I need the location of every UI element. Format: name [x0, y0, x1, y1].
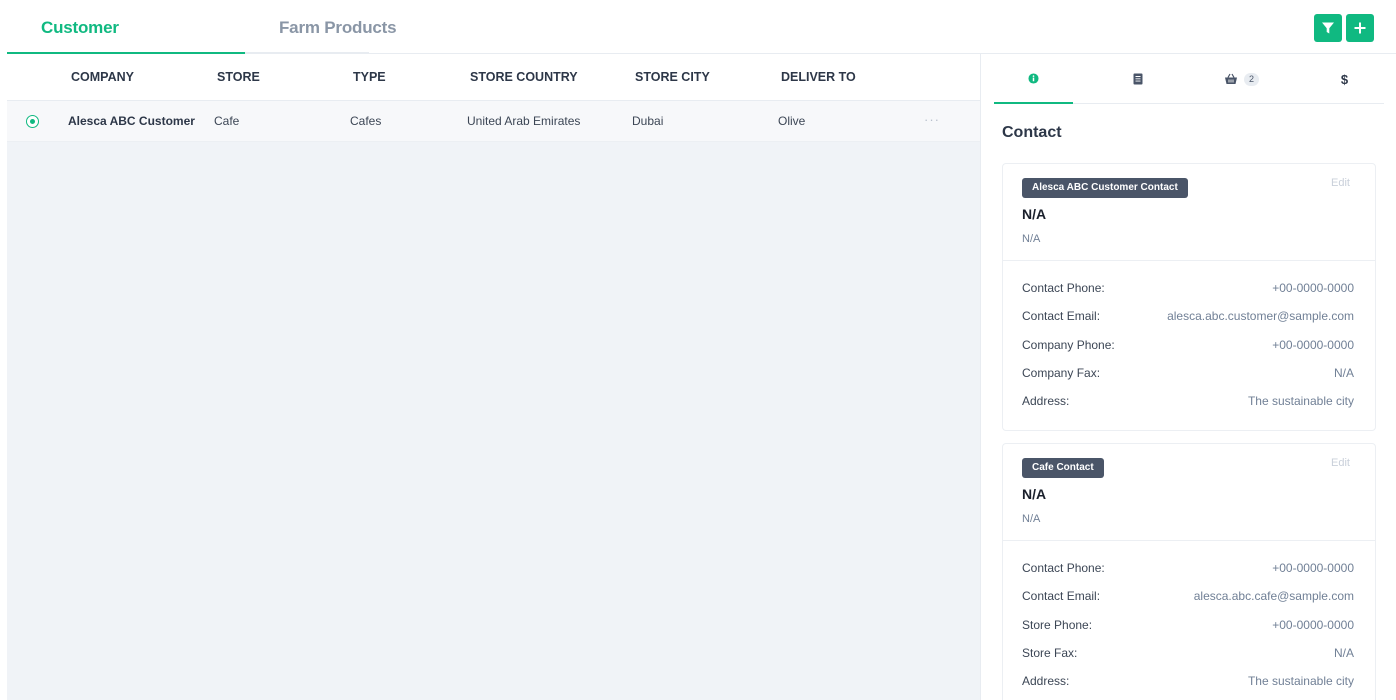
- table-row[interactable]: Alesca ABC Customer Cafe Cafes United Ar…: [7, 101, 980, 142]
- detail-panel: 2 $ Contact Alesca ABC Customer Contact …: [980, 54, 1396, 700]
- contact-card-header: Cafe Contact Edit N/A N/A: [1003, 444, 1375, 541]
- detail-label: Contact Phone:: [1022, 281, 1105, 295]
- detail-value: +00-0000-0000: [1272, 281, 1354, 295]
- dollar-icon: $: [1340, 71, 1349, 87]
- detail-label: Address:: [1022, 394, 1070, 409]
- panel-tab-orders[interactable]: 2: [1202, 54, 1281, 104]
- contact-details: Contact Phone: +00-0000-0000 Contact Ema…: [1003, 261, 1375, 430]
- column-header-deliver-to[interactable]: DELIVER TO: [781, 54, 856, 101]
- detail-value: +00-0000-0000: [1272, 617, 1354, 632]
- contact-name: N/A: [1022, 206, 1047, 222]
- panel-tab-info[interactable]: [994, 54, 1073, 104]
- cell-type: Cafes: [350, 114, 382, 128]
- column-header-store[interactable]: STORE: [217, 54, 260, 101]
- detail-label: Company Phone:: [1022, 337, 1115, 352]
- detail-value: N/A: [1333, 645, 1354, 660]
- cell-deliver-to: Olive: [778, 114, 806, 128]
- panel-tab-documents[interactable]: [1098, 54, 1177, 104]
- orders-count-badge: 2: [1243, 72, 1259, 86]
- detail-label: Contact Email:: [1022, 309, 1101, 324]
- detail-row: Company Fax: N/A: [1003, 360, 1375, 388]
- detail-label: Store Fax:: [1022, 645, 1078, 660]
- basket-icon: [1224, 73, 1237, 84]
- contact-tag: Alesca ABC Customer Contact: [1022, 178, 1188, 198]
- cell-company: Alesca ABC Customer: [68, 114, 195, 128]
- info-icon: [1028, 72, 1039, 84]
- row-select-radio[interactable]: [26, 115, 39, 128]
- column-header-store-city[interactable]: STORE CITY: [635, 54, 710, 101]
- edit-button[interactable]: Edit: [1331, 457, 1350, 469]
- detail-label: Address:: [1022, 674, 1070, 689]
- cell-store-city: Dubai: [632, 114, 664, 128]
- column-header-type[interactable]: TYPE: [353, 54, 386, 101]
- cell-store: Cafe: [214, 114, 240, 128]
- detail-row: Company Phone: +00-0000-0000: [1003, 332, 1375, 360]
- panel-tab-pricing[interactable]: $: [1305, 54, 1384, 104]
- contact-details: Contact Phone: +00-0000-0000 Contact Ema…: [1003, 541, 1375, 700]
- detail-value[interactable]: alesca.abc.cafe@sample.com: [1194, 589, 1354, 603]
- tab-customer-information[interactable]: Customer Information: [7, 0, 245, 93]
- tab-farm-products[interactable]: Farm Products: [245, 0, 430, 54]
- detail-label: Company Fax:: [1022, 365, 1101, 380]
- plus-icon: [1354, 22, 1366, 34]
- filter-icon: [1322, 22, 1334, 34]
- row-more-menu[interactable]: ···: [924, 101, 940, 142]
- detail-value: +00-0000-0000: [1272, 561, 1354, 575]
- detail-row: Contact Email: alesca.abc.customer@sampl…: [1003, 303, 1375, 331]
- top-tab-bar: Customer Information Farm Products: [7, 0, 1396, 93]
- column-header-store-country[interactable]: STORE COUNTRY: [470, 54, 578, 101]
- detail-value: N/A: [1333, 365, 1354, 380]
- detail-row: Address: The sustainable city: [1003, 668, 1375, 696]
- detail-row: Address: The sustainable city: [1003, 388, 1375, 416]
- cell-store-country: United Arab Emirates: [467, 114, 581, 128]
- detail-value: +00-0000-0000: [1272, 337, 1354, 352]
- table-header: COMPANY STORE TYPE STORE COUNTRY STORE C…: [7, 54, 980, 101]
- contact-subtitle: N/A: [1022, 233, 1041, 245]
- filter-button[interactable]: [1314, 14, 1342, 42]
- detail-row: Contact Email: alesca.abc.cafe@sample.co…: [1003, 583, 1375, 611]
- detail-row: Store Phone: +00-0000-0000: [1003, 612, 1375, 640]
- document-icon: [1133, 73, 1142, 85]
- detail-value[interactable]: alesca.abc.customer@sample.com: [1167, 309, 1354, 323]
- contact-tag: Cafe Contact: [1022, 458, 1104, 478]
- detail-value: The sustainable city: [1247, 674, 1354, 689]
- detail-row: Store Fax: N/A: [1003, 640, 1375, 668]
- detail-label: Contact Phone:: [1022, 561, 1105, 575]
- section-title: Contact: [1002, 124, 1062, 141]
- detail-value: The sustainable city: [1247, 394, 1354, 409]
- detail-label: Contact Email:: [1022, 589, 1101, 604]
- detail-row: Contact Phone: +00-0000-0000: [1003, 275, 1375, 303]
- toolbar-actions: [1314, 14, 1374, 42]
- panel-tabs: 2 $: [994, 54, 1384, 104]
- add-button[interactable]: [1346, 14, 1374, 42]
- contact-card: Cafe Contact Edit N/A N/A Contact Phone:…: [1002, 443, 1376, 700]
- column-header-company[interactable]: COMPANY: [71, 54, 134, 101]
- detail-row: Contact Phone: +00-0000-0000: [1003, 555, 1375, 583]
- detail-label: Store Phone:: [1022, 617, 1093, 632]
- contact-name: N/A: [1022, 486, 1047, 502]
- customer-table: COMPANY STORE TYPE STORE COUNTRY STORE C…: [7, 54, 980, 700]
- contact-card: Alesca ABC Customer Contact Edit N/A N/A…: [1002, 163, 1376, 431]
- contact-subtitle: N/A: [1022, 513, 1041, 525]
- contact-card-header: Alesca ABC Customer Contact Edit N/A N/A: [1003, 164, 1375, 261]
- edit-button[interactable]: Edit: [1331, 177, 1350, 189]
